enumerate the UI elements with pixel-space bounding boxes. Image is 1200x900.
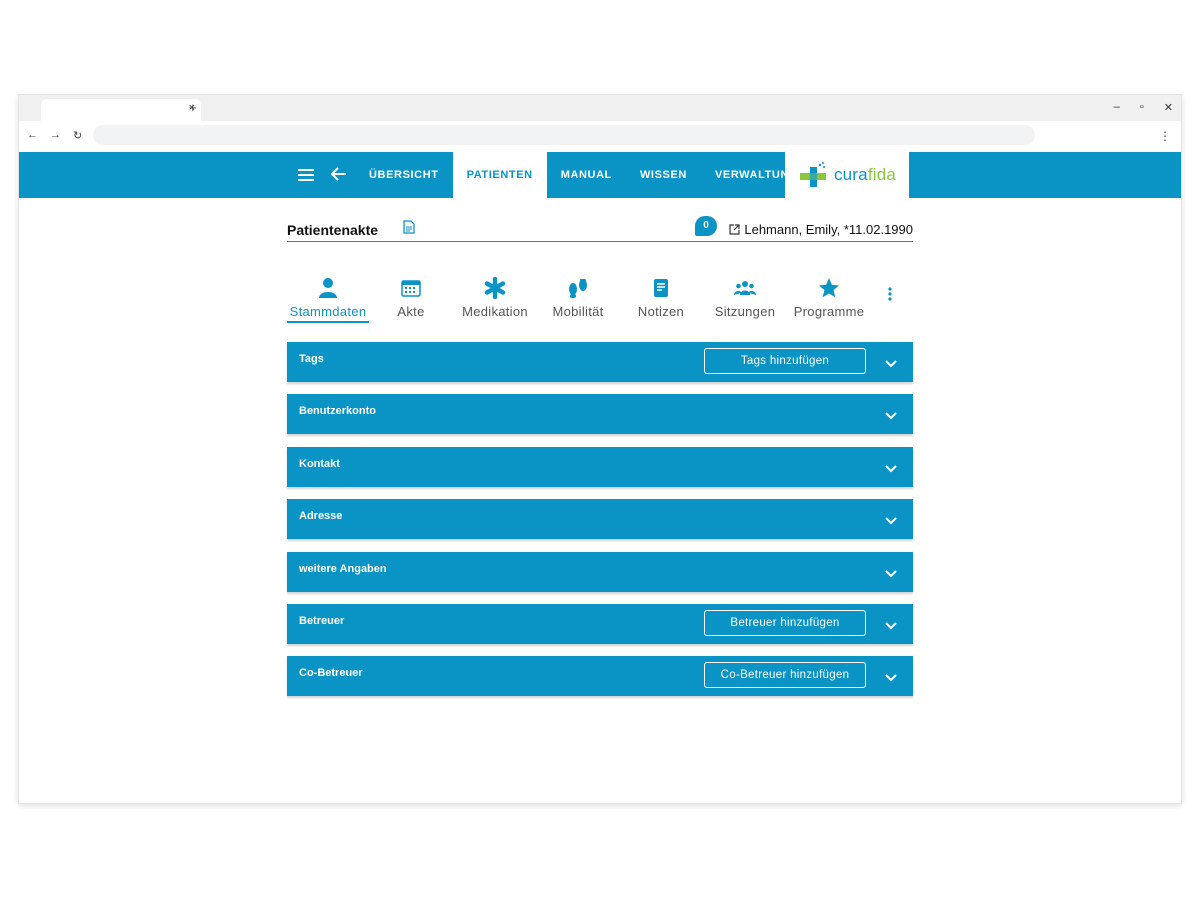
panel-title: Benutzerkonto	[299, 405, 376, 418]
add-tags-button[interactable]: Tags hinzufügen	[704, 348, 866, 374]
tab-medikation[interactable]: Medikation	[457, 276, 533, 319]
chevron-down-icon[interactable]	[885, 512, 897, 530]
active-tab-indicator	[287, 321, 369, 323]
tab-akte[interactable]: Akte	[383, 276, 439, 319]
panel-title: Betreuer	[299, 614, 345, 627]
app-header: ÜBERSICHT PATIENTEN MANUAL WISSEN VERWAL…	[19, 152, 1181, 198]
record-tabs: Stammdaten Akte Medikation Mobilität Not…	[287, 256, 913, 342]
logo-cross-icon	[799, 162, 826, 187]
hamburger-menu-icon[interactable]	[289, 165, 322, 186]
tab-label: Medikation	[462, 304, 528, 319]
panel-title: weitere Angaben	[299, 562, 387, 575]
back-arrow-icon[interactable]	[322, 165, 355, 186]
chevron-down-icon[interactable]	[885, 355, 897, 373]
browser-menu-icon[interactable]: ⋮	[1159, 129, 1171, 143]
new-tab-icon[interactable]: +	[189, 100, 197, 115]
address-bar[interactable]	[93, 125, 1035, 145]
add-betreuer-button[interactable]: Betreuer hinzufügen	[704, 609, 866, 636]
tab-programme[interactable]: Programme	[793, 276, 865, 319]
asterisk-icon	[457, 276, 533, 300]
footprints-icon	[549, 276, 607, 300]
panel-title: Kontakt	[299, 457, 340, 470]
tab-label: Notizen	[637, 304, 685, 319]
page-title: Patientenakte	[287, 222, 379, 238]
panel-title: Adresse	[299, 510, 343, 523]
patient-name: Lehmann, Emily, *11.02.1990	[744, 222, 913, 237]
tab-label: Sitzungen	[714, 304, 776, 319]
close-window-icon[interactable]: ✕	[1164, 101, 1173, 114]
chevron-down-icon[interactable]	[885, 669, 897, 687]
reload-icon[interactable]: ↻	[73, 129, 82, 142]
browser-nav: ← → ↻	[27, 129, 82, 142]
panel-title: Tags	[299, 353, 324, 365]
external-link-icon	[729, 224, 740, 235]
accordion-panels: Tags Tags hinzufügen Benutzerkonto Konta…	[287, 342, 913, 697]
nav-item-uebersicht[interactable]: ÜBERSICHT	[355, 152, 453, 198]
tab-strip: × + – ▫ ✕	[19, 95, 1181, 121]
panel-benutzerkonto[interactable]: Benutzerkonto	[287, 394, 913, 435]
document-icon[interactable]	[403, 220, 415, 239]
panel-tags[interactable]: Tags Tags hinzufügen	[287, 342, 913, 382]
back-arrow-icon[interactable]: ←	[27, 129, 38, 142]
window-controls: – ▫ ✕	[1114, 101, 1173, 114]
nav-item-wissen[interactable]: WISSEN	[626, 152, 701, 198]
person-icon	[287, 276, 369, 300]
browser-tab[interactable]: ×	[41, 99, 201, 121]
logo-wordmark: curafida	[834, 165, 896, 185]
tab-sitzungen[interactable]: Sitzungen	[713, 276, 777, 319]
forward-arrow-icon[interactable]: →	[50, 129, 61, 142]
tab-label: Programme	[793, 304, 865, 319]
patient-link[interactable]: Lehmann, Emily, *11.02.1990	[729, 222, 913, 237]
restore-icon[interactable]: ▫	[1140, 101, 1144, 114]
main-nav: ÜBERSICHT PATIENTEN MANUAL WISSEN VERWAL…	[289, 152, 812, 198]
chevron-down-icon[interactable]	[885, 617, 897, 635]
panel-co-betreuer[interactable]: Co-Betreuer Co-Betreuer hinzufügen	[287, 656, 913, 697]
more-vertical-icon[interactable]	[887, 286, 893, 307]
logo-text-cura: cura	[833, 165, 868, 184]
panel-adresse[interactable]: Adresse	[287, 499, 913, 540]
note-icon	[635, 276, 687, 300]
minimize-icon[interactable]: –	[1114, 101, 1120, 114]
panel-betreuer[interactable]: Betreuer Betreuer hinzufügen	[287, 603, 913, 644]
group-icon	[713, 276, 777, 300]
browser-window: × + – ▫ ✕ ← → ↻ ⋮ ÜBERSICHT PATIENTEN MA…	[18, 94, 1182, 804]
tab-label: Mobilität	[552, 304, 604, 319]
tab-mobilitaet[interactable]: Mobilität	[549, 276, 607, 319]
tab-label: Stammdaten	[289, 304, 367, 319]
record-header: Patientenakte 0 Lehmann, Emily, *11.02.1…	[287, 198, 913, 242]
message-count-badge[interactable]: 0	[695, 216, 717, 236]
nav-item-patienten[interactable]: PATIENTEN	[452, 152, 547, 198]
panel-title: Co-Betreuer	[299, 667, 363, 680]
main-content: Patientenakte 0 Lehmann, Emily, *11.02.1…	[287, 198, 913, 709]
tab-label: Akte	[397, 304, 425, 319]
calendar-icon	[383, 276, 439, 300]
address-row: ← → ↻ ⋮	[19, 121, 1181, 151]
chevron-down-icon[interactable]	[885, 460, 897, 478]
tab-stammdaten[interactable]: Stammdaten	[287, 276, 369, 323]
star-icon	[793, 276, 865, 300]
add-co-betreuer-button[interactable]: Co-Betreuer hinzufügen	[704, 662, 866, 689]
nav-item-manual[interactable]: MANUAL	[547, 152, 626, 198]
curafida-logo[interactable]: curafida	[785, 152, 909, 198]
panel-kontakt[interactable]: Kontakt	[287, 446, 913, 487]
tab-notizen[interactable]: Notizen	[635, 276, 687, 319]
chevron-down-icon[interactable]	[885, 407, 897, 425]
panel-weitere-angaben[interactable]: weitere Angaben	[287, 551, 913, 592]
logo-text-fida: fida	[867, 165, 897, 184]
chevron-down-icon[interactable]	[885, 565, 897, 583]
